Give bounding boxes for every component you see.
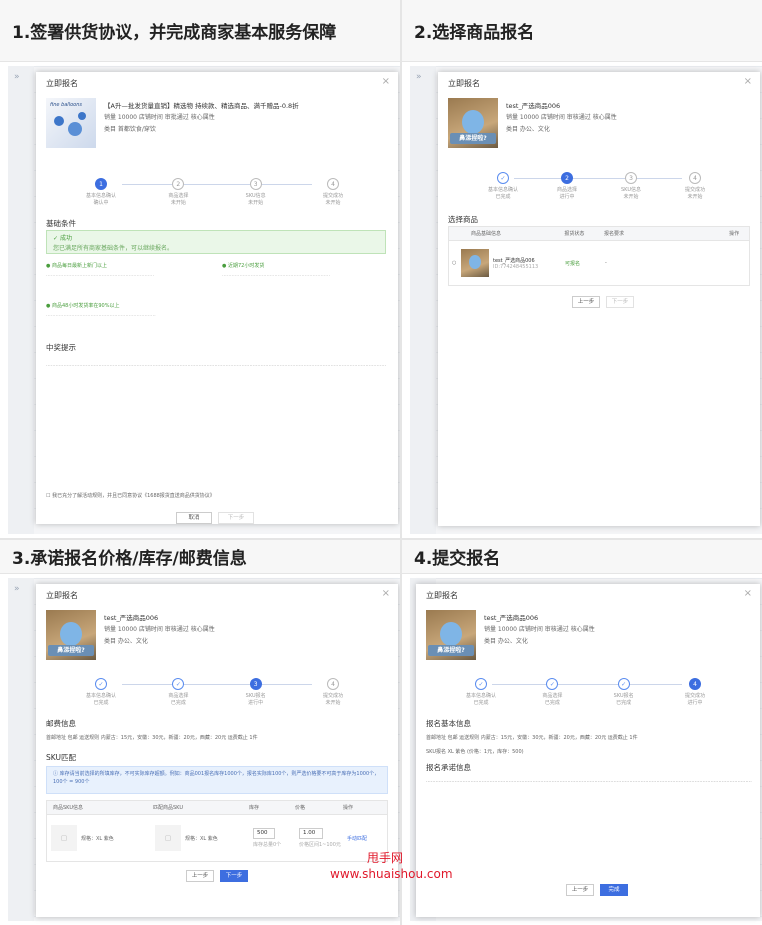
success-banner: ✓ 成功 您已满足所有商家基础条件，可以继续报名。 [46, 230, 386, 254]
step-2: ✓ 商品选择 已完成 [153, 678, 203, 706]
sidebar-collapse-icon: » [8, 66, 34, 534]
screenshot: » 立即报名 × 鼻涕捏啦? test_严选商品006 销量 10000 店铺时… [410, 578, 762, 921]
next-button[interactable]: 下一步 [218, 512, 254, 524]
step-4: 4 提交成功 未开始 [308, 178, 358, 206]
stepper: ✓ 基本信息确认 已完成 ✓ 商品选择 已完成 ✓ SKU报名 已完成 4 提交成功 进行中 [456, 678, 720, 706]
product-title: test_严选商品006 [484, 614, 539, 622]
price-input[interactable]: 1.00 [299, 828, 323, 839]
dialog-title: 立即报名 [426, 591, 458, 600]
radio[interactable]: ○ [449, 260, 461, 266]
check-icon: ✓ [617, 678, 630, 690]
step-2: 2 商品选择 未开始 [153, 178, 203, 206]
section-title: 选择商品 [448, 215, 478, 224]
section-title: 报名承诺信息 [426, 763, 471, 772]
section-title: 报名基本信息 [426, 719, 471, 728]
step-3: 3 SKU信息 未开始 [231, 178, 281, 206]
product-title: test_严选商品006 [104, 614, 159, 622]
product-table: 商品基础信息 报货状态 报名要求 操作 ○ test_严选商品006 ID:774… [448, 226, 750, 286]
step-1: ✓ 基本信息确认 已完成 [456, 678, 506, 706]
confirm-button[interactable]: 完成 [600, 884, 628, 896]
step-4: 4 提交成功 未开始 [308, 678, 358, 706]
step-2: ✓ 商品选择 已完成 [527, 678, 577, 706]
panel-2: 2.选择商品报名 » 立即报名 × 鼻涕捏啦? test_严选商品006 销量 … [402, 0, 762, 538]
dialog-title: 立即报名 [46, 591, 78, 600]
stepper: 1 基本信息确认 确认中 2 商品选择 未开始 3 SKU信息 未开始 4 提交成功 未开始 [76, 178, 358, 206]
section-title: SKU匹配 [46, 753, 76, 762]
close-icon[interactable]: × [382, 76, 390, 87]
check-icon: ✓ [497, 172, 509, 184]
check-icon: ✓ [172, 678, 185, 690]
step-3: 3 SKU报名 进行中 [231, 678, 281, 706]
dialog-title: 立即报名 [448, 79, 480, 88]
sidebar-collapse-icon: » [8, 578, 34, 921]
section-title: 基础条件 [46, 219, 76, 228]
dialog-title: 立即报名 [46, 79, 78, 88]
sidebar-collapse-icon: » [410, 66, 436, 534]
panel-title: 4.提交报名 [402, 540, 762, 574]
step-3: 3 SKU信息 未开始 [606, 172, 656, 200]
prev-button[interactable]: 上一步 [566, 884, 594, 896]
screenshot: » 立即报名 × fine balloons 【A升—批发货量直销】精选物 持续… [8, 66, 400, 534]
prev-button[interactable]: 上一步 [186, 870, 214, 882]
close-icon[interactable]: × [744, 588, 752, 599]
next-button[interactable]: 下一步 [606, 296, 634, 308]
product-image: fine balloons [46, 98, 96, 148]
step-4: 4 提交成功 未开始 [670, 172, 720, 200]
product-image: 鼻涕捏啦? [46, 610, 96, 660]
check-icon: ✓ [475, 678, 487, 690]
product-title: test_严选商品006 [506, 102, 561, 110]
panel-1: 1.签署供货协议，并完成商家基本服务保障 » 立即报名 × fine ballo… [0, 0, 400, 538]
check-icon: ● [46, 263, 51, 269]
step-1: ✓ 基本信息确认 已完成 [478, 172, 528, 200]
watermark: 甩手网 www.shuaishou.com [330, 851, 453, 881]
next-button[interactable]: 下一步 [220, 870, 248, 882]
signup-dialog: 立即报名 × 鼻涕捏啦? test_严选商品006 销量 10000 店铺时间 … [438, 72, 760, 526]
section-title: 邮费信息 [46, 719, 76, 728]
check-icon: ● [46, 303, 51, 309]
screenshot: » 立即报名 × 鼻涕捏啦? test_严选商品006 销量 10000 店铺时… [410, 66, 762, 534]
close-icon[interactable]: × [744, 76, 752, 87]
panel-title: 3.承诺报名价格/库存/邮费信息 [0, 540, 400, 574]
signup-dialog: 立即报名 × 鼻涕捏啦? test_严选商品006 销量 10000 店铺时间 … [416, 584, 760, 917]
product-image: 鼻涕捏啦? [448, 98, 498, 148]
section-title: 中奖提示 [46, 343, 76, 352]
rules-text: ········································… [46, 363, 386, 369]
stock-input[interactable]: 500 [253, 828, 275, 839]
manual-match-link[interactable]: 手动匹配 [347, 835, 387, 842]
table-row[interactable]: ○ test_严选商品006 ID:774248455113 可报名 - [449, 241, 749, 285]
step-4: 4 提交成功 进行中 [670, 678, 720, 706]
info-icon: ⓘ [53, 771, 59, 777]
cancel-button[interactable]: 取消 [176, 512, 212, 524]
signup-dialog: 立即报名 × fine balloons 【A升—批发货量直销】精选物 持续款、… [36, 72, 398, 524]
product-title: 【A升—批发货量直销】精选物 持续款、精选商品、满千赠品-0.8折 [104, 102, 299, 110]
prev-button[interactable]: 上一步 [572, 296, 600, 308]
step-2: 2 商品选择 进行中 [542, 172, 592, 200]
check-icon: ✓ [546, 678, 559, 690]
stepper: ✓ 基本信息确认 已完成 ✓ 商品选择 已完成 3 SKU报名 进行中 4 提交成功 未开始 [76, 678, 358, 706]
info-notice: ⓘ 库存请当前选择的所填库存，不可实际库存超额。例如：商品001报名库存1000… [46, 766, 388, 794]
stepper: ✓ 基本信息确认 已完成 2 商品选择 进行中 3 SKU信息 未开始 4 提交成功 未开始 [478, 172, 720, 200]
panel-title: 2.选择商品报名 [402, 0, 762, 62]
check-icon: ✓ 成功 [53, 235, 72, 242]
image-placeholder: ▢ [51, 825, 77, 851]
step-1: 1 基本信息确认 确认中 [76, 178, 126, 206]
agree-checkbox[interactable]: ☐ 我已充分了解活动规则，并且已同意协议《1688报货直送商品供货协议》 [46, 492, 386, 500]
check-icon: ● [222, 263, 227, 269]
product-thumb [461, 249, 489, 277]
panel-title: 1.签署供货协议，并完成商家基本服务保障 [0, 0, 400, 62]
check-icon: ✓ [95, 678, 107, 690]
step-1: ✓ 基本信息确认 已完成 [76, 678, 126, 706]
panel-4: 4.提交报名 » 立即报名 × 鼻涕捏啦? test_严选商品006 销量 10… [402, 540, 762, 925]
step-3: ✓ SKU报名 已完成 [599, 678, 649, 706]
commitment-text: ········································… [426, 779, 752, 785]
close-icon[interactable]: × [382, 588, 390, 599]
image-placeholder: ▢ [155, 825, 181, 851]
product-image: 鼻涕捏啦? [426, 610, 476, 660]
